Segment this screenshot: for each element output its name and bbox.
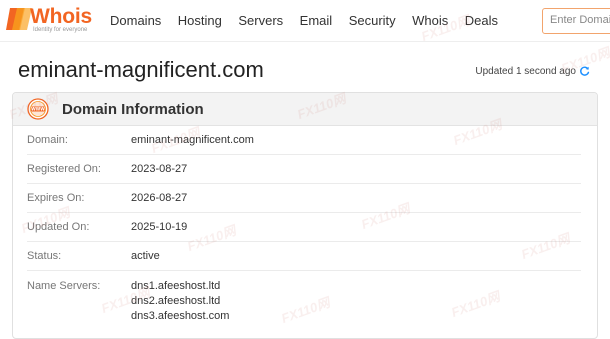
row-value: 2026-08-27 (131, 192, 188, 204)
row-label: Name Servers: (27, 280, 101, 292)
row-updated-on: Updated On: 2025-10-19 (27, 213, 581, 242)
last-updated: Updated 1 second ago (475, 66, 590, 77)
row-domain: Domain: eminant-magnificent.com (27, 126, 581, 155)
nav-domains[interactable]: Domains (110, 12, 161, 30)
nav-email[interactable]: Email (300, 12, 333, 30)
row-label: Domain: (27, 134, 68, 146)
logo-mark-icon (6, 8, 32, 30)
name-server: dns2.afeeshost.ltd (131, 295, 221, 307)
row-expires-on: Expires On: 2026-08-27 (27, 184, 581, 213)
www-icon: WWW (27, 98, 49, 120)
name-server: dns1.afeeshost.ltd (131, 280, 221, 292)
domain-information-card: WWW Domain Information Domain: eminant-m… (12, 92, 598, 339)
main-nav: Domains Hosting Servers Email Security W… (110, 12, 515, 30)
row-label: Expires On: (27, 192, 85, 204)
nav-deals[interactable]: Deals (465, 12, 498, 30)
domain-search-input[interactable]: Enter Domai (542, 8, 610, 34)
name-server-list: dns1.afeeshost.ltd dns2.afeeshost.ltd dn… (131, 279, 229, 324)
row-name-servers: Name Servers: dns1.afeeshost.ltd dns2.af… (27, 271, 581, 324)
card-title: Domain Information (62, 100, 204, 118)
nav-hosting[interactable]: Hosting (178, 12, 222, 30)
row-value: active (131, 250, 160, 262)
row-value: 2025-10-19 (131, 221, 188, 233)
row-registered-on: Registered On: 2023-08-27 (27, 155, 581, 184)
row-value: 2023-08-27 (131, 163, 188, 175)
nav-servers[interactable]: Servers (238, 12, 283, 30)
top-navigation: Whois Identity for everyone Domains Host… (0, 0, 610, 42)
name-server: dns3.afeeshost.com (131, 310, 230, 322)
svg-text:WWW: WWW (31, 107, 45, 112)
row-label: Status: (27, 250, 62, 262)
card-header: WWW Domain Information (13, 93, 597, 126)
last-updated-text: Updated 1 second ago (475, 66, 576, 77)
domain-info-rows: Domain: eminant-magnificent.com Register… (13, 126, 597, 324)
row-label: Updated On: (27, 221, 90, 233)
row-label: Registered On: (27, 163, 101, 175)
row-value: eminant-magnificent.com (131, 134, 254, 146)
page-title: eminant-magnificent.com (18, 57, 264, 82)
row-status: Status: active (27, 242, 581, 271)
refresh-icon[interactable] (579, 66, 590, 77)
logo-tagline: Identity for everyone (33, 27, 88, 33)
nav-security[interactable]: Security (349, 12, 396, 30)
logo-wordmark: Whois (30, 5, 92, 28)
nav-whois[interactable]: Whois (412, 12, 448, 30)
